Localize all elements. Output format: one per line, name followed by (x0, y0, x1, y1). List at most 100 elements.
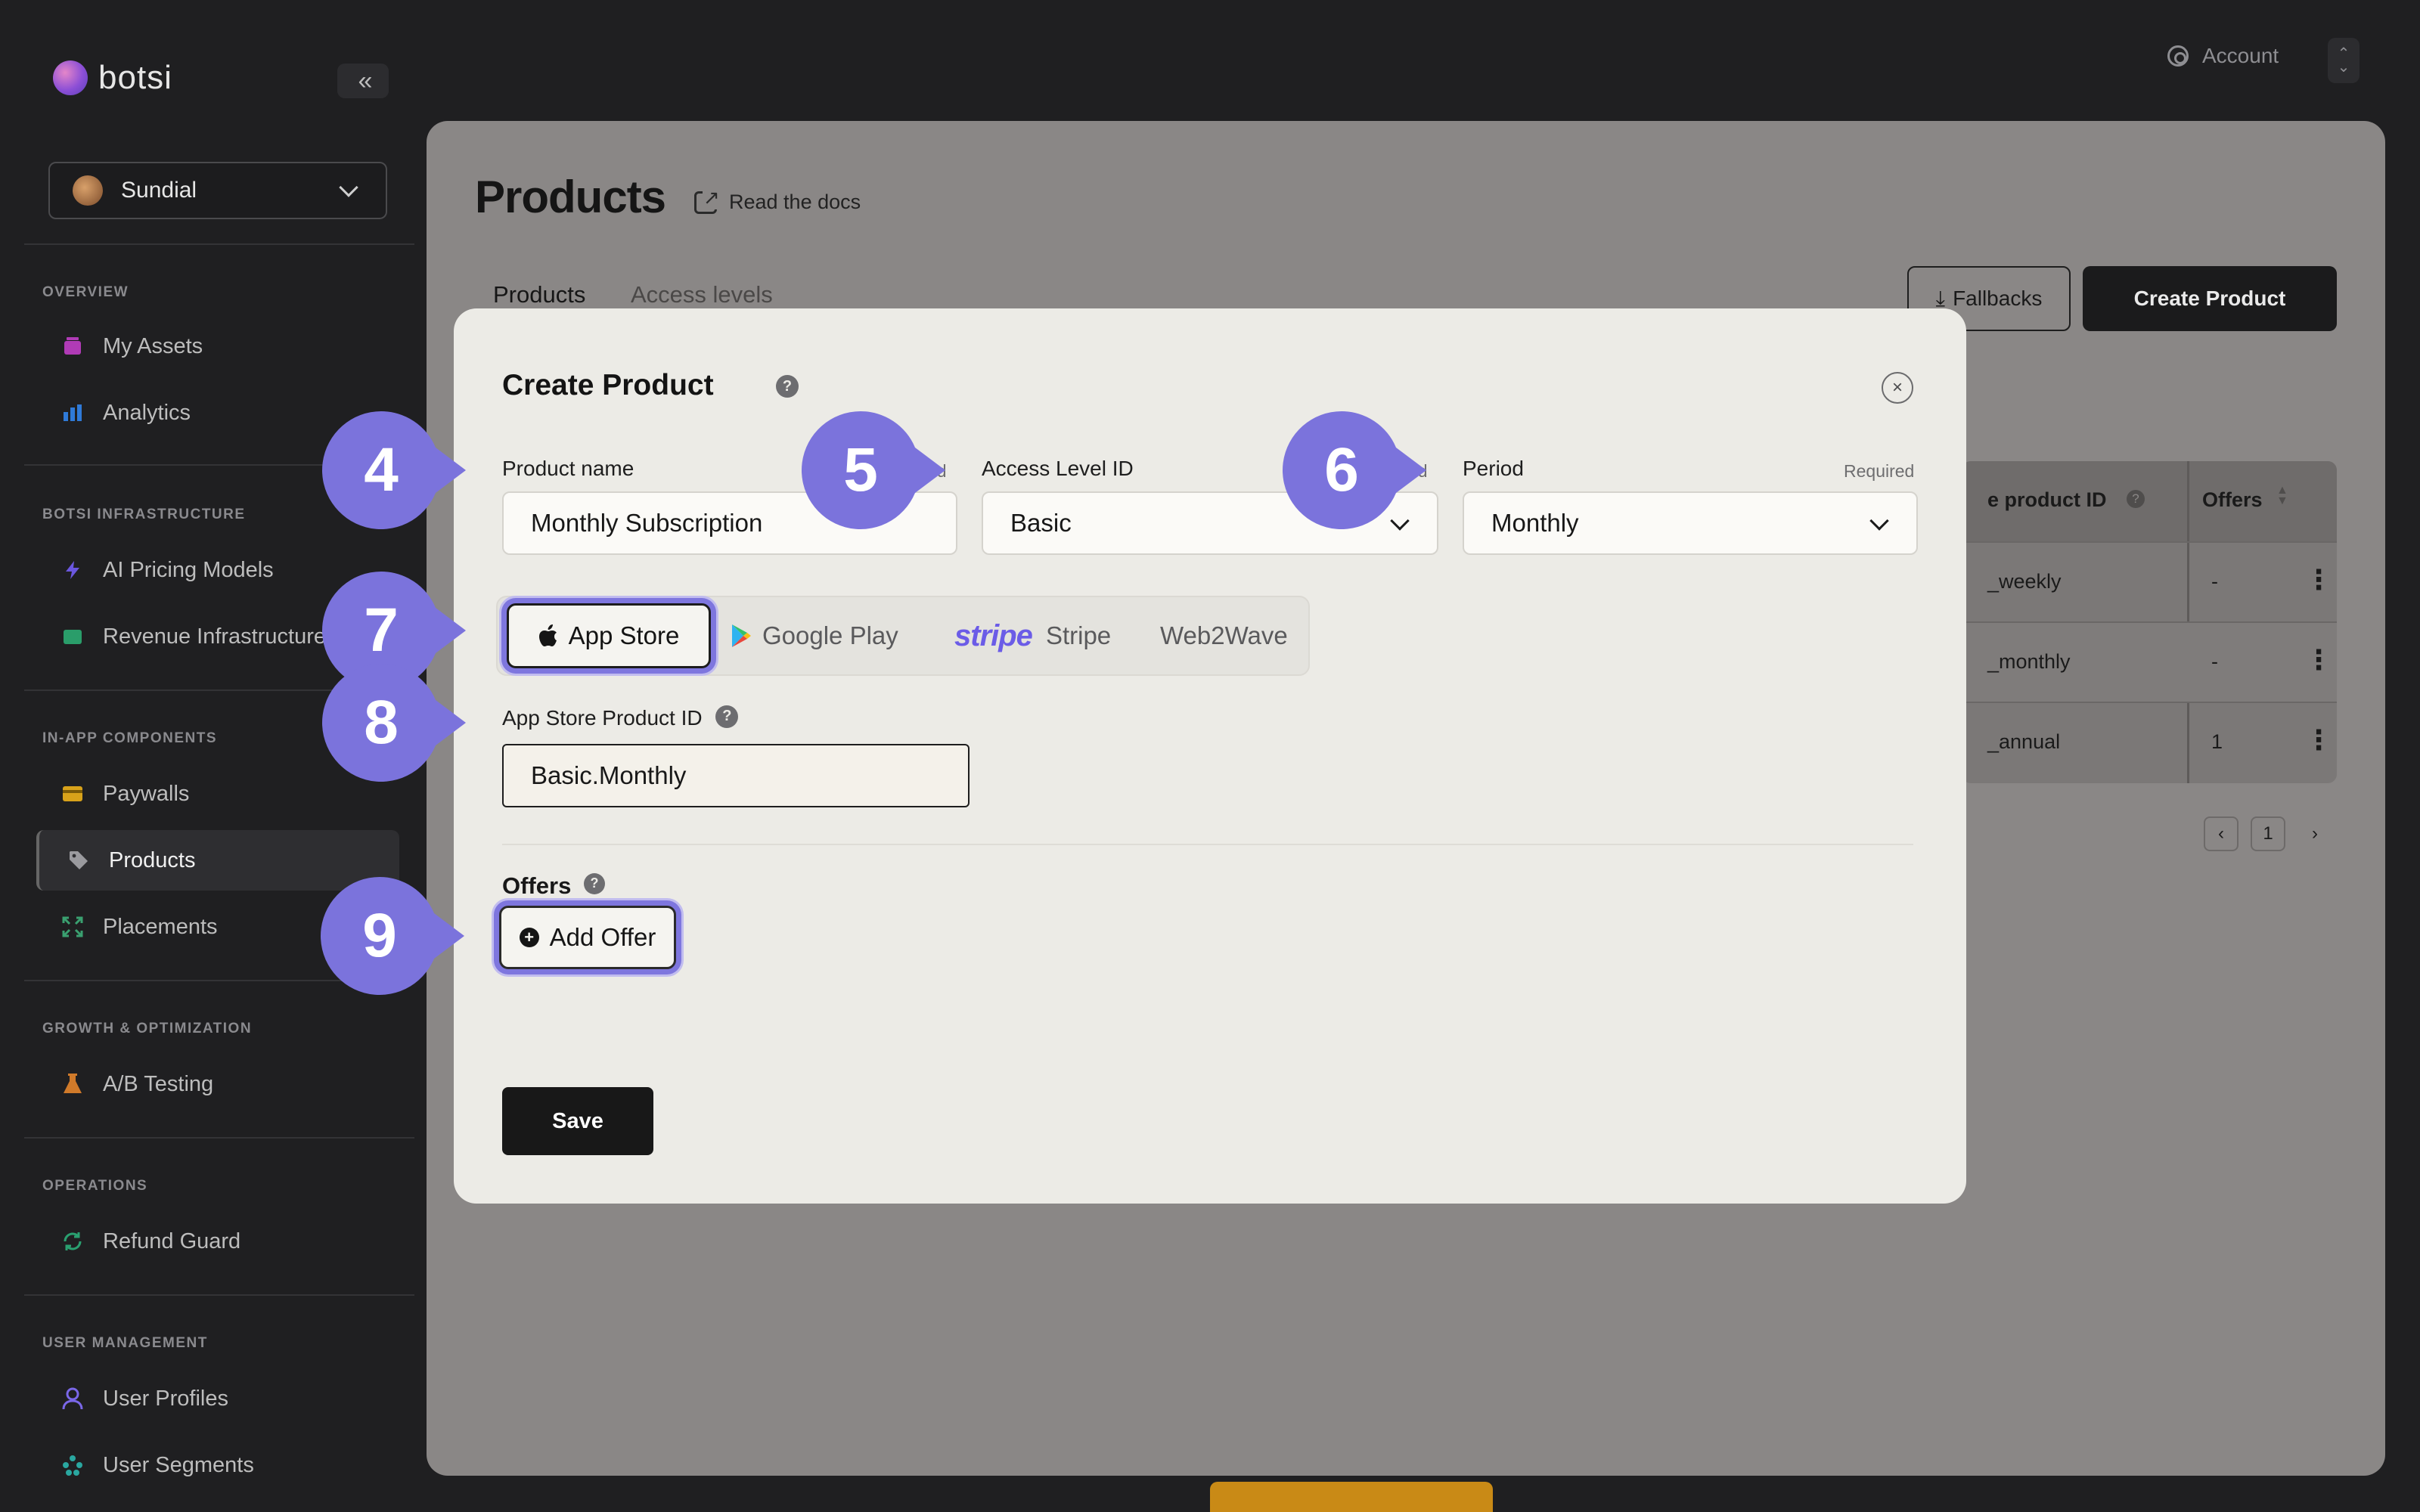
section-label-infrastructure: BOTSI INFRASTRUCTURE (42, 507, 246, 522)
offers-cell: - (2211, 650, 2218, 673)
wallet-icon (62, 626, 83, 647)
callout-9: 9 (321, 877, 464, 995)
sidebar-item-my-assets[interactable]: My Assets (36, 316, 399, 376)
store-tab-label: Stripe (1045, 621, 1112, 649)
create-product-button[interactable]: Create Product (2083, 266, 2337, 331)
pager-prev-button[interactable]: ‹ (2204, 816, 2238, 851)
sidebar-item-label: Placements (103, 914, 218, 939)
user-icon (62, 1387, 83, 1410)
table-header: e product ID ? Offers ▲ ▼ (1962, 461, 2337, 541)
more-options-icon[interactable]: ⋮ (2305, 564, 2332, 596)
sidebar-item-refund-guard[interactable]: Refund Guard (36, 1211, 399, 1272)
table-row[interactable]: _weekly - ⋮ (1962, 541, 2337, 621)
expand-toggle-button[interactable]: ⌃ ⌄ (2328, 38, 2360, 83)
store-product-id-input[interactable]: Basic.Monthly (502, 744, 970, 807)
help-icon[interactable]: ? (776, 375, 799, 398)
table-row[interactable]: _monthly - ⋮ (1962, 621, 2337, 702)
collapse-sidebar-button[interactable]: « (337, 64, 389, 98)
period-required: Required (1844, 461, 1915, 481)
help-icon[interactable]: ? (2127, 490, 2145, 508)
modal-title: Create Product ? (502, 369, 799, 402)
products-table: e product ID ? Offers ▲ ▼ _weekly - ⋮ _mo… (1962, 461, 2337, 783)
period-label: Period (1463, 457, 1524, 480)
account-menu[interactable]: Account (2167, 44, 2279, 68)
sidebar-item-label: Products (109, 847, 196, 872)
sidebar-item-label: User Segments (103, 1452, 254, 1477)
lightning-icon (62, 559, 83, 581)
more-options-icon[interactable]: ⋮ (2305, 724, 2332, 756)
modal-title-text: Create Product (502, 369, 714, 401)
access-level-label: Access Level ID (982, 457, 1134, 480)
store-product-id-label: App Store Product ID ? (502, 705, 739, 730)
chevron-down-icon (1869, 511, 1889, 531)
store-tab-google-play[interactable]: Google Play (731, 596, 898, 676)
tab-access-levels[interactable]: Access levels (631, 281, 773, 308)
store-tab-label: App Store (568, 621, 680, 649)
store-tab-label: Google Play (762, 621, 898, 649)
period-select[interactable]: Monthly (1463, 491, 1918, 555)
column-header-offers[interactable]: Offers (2202, 488, 2263, 512)
card-icon (62, 783, 83, 804)
callout-number: 4 (364, 435, 399, 504)
chevron-down-icon (339, 178, 358, 197)
section-label-in-app: IN-APP COMPONENTS (42, 730, 218, 746)
assets-icon (62, 336, 83, 357)
more-options-icon[interactable]: ⋮ (2305, 644, 2332, 676)
section-label-growth: GROWTH & OPTIMIZATION (42, 1021, 253, 1036)
sidebar-item-label: My Assets (103, 333, 203, 358)
help-icon[interactable]: ? (715, 705, 739, 728)
bar-chart-icon (62, 402, 83, 423)
external-link-icon (694, 185, 721, 214)
read-docs-link[interactable]: Read the docs (694, 185, 861, 214)
sidebar-item-label: Refund Guard (103, 1228, 241, 1253)
product-id-cell: _monthly (1987, 650, 2071, 673)
product-id-cell: _annual (1987, 730, 2061, 753)
product-name-label: Product name (502, 457, 634, 480)
callout-number: 9 (362, 901, 397, 970)
sidebar-item-user-segments[interactable]: User Segments (36, 1435, 399, 1495)
sidebar-divider (24, 1294, 414, 1296)
account-label: Account (2202, 44, 2279, 67)
sidebar-item-label: Paywalls (103, 781, 190, 806)
store-product-id-label-text: App Store Product ID (502, 706, 703, 730)
add-offer-label: Add Offer (549, 923, 656, 951)
table-row[interactable]: _annual 1 ⋮ (1962, 702, 2337, 782)
add-offer-button[interactable]: + Add Offer (499, 906, 676, 969)
create-product-modal: Create Product ? × Product name ed Month… (454, 308, 1966, 1204)
pager-page-1[interactable]: 1 (2251, 816, 2285, 851)
callout-5: 5 (802, 411, 945, 529)
pager-next-button[interactable]: › (2297, 816, 2332, 851)
offers-cell: 1 (2211, 730, 2223, 753)
store-tab-app-store[interactable]: App Store (507, 603, 711, 668)
column-header-product-id[interactable]: e product ID (1987, 488, 2107, 512)
sort-icon[interactable]: ▲ ▼ (2276, 485, 2288, 507)
product-id-cell: _weekly (1987, 570, 2062, 593)
sidebar-item-ab-testing[interactable]: A/B Testing (36, 1054, 399, 1114)
brand-logo[interactable]: botsi (53, 59, 172, 97)
close-modal-button[interactable]: × (1882, 372, 1913, 404)
workspace-selector[interactable]: Sundial (48, 162, 387, 219)
download-icon: ⤓ (1935, 286, 1946, 310)
sidebar-item-label: Revenue Infrastructure (103, 624, 326, 649)
offers-label: Offers ? (502, 872, 605, 900)
callout-8: 8 (322, 664, 466, 782)
callout-6: 6 (1283, 411, 1426, 529)
workspace-name: Sundial (121, 178, 197, 203)
store-tab-web2wave[interactable]: Web2Wave (1160, 596, 1288, 676)
save-button[interactable]: Save (502, 1087, 653, 1155)
store-tab-stripe[interactable]: stripe Stripe (954, 596, 1111, 676)
callout-number: 6 (1324, 435, 1359, 504)
stripe-logo: stripe (954, 618, 1033, 652)
page-title: Products (475, 172, 666, 222)
logo-orb-icon (53, 60, 88, 95)
callout-number: 8 (364, 688, 399, 757)
access-level-value: Basic (1010, 509, 1072, 537)
offers-label-text: Offers (502, 872, 572, 899)
sidebar-item-user-profiles[interactable]: User Profiles (36, 1368, 399, 1429)
store-product-id-value: Basic.Monthly (531, 761, 687, 789)
help-icon[interactable]: ? (583, 872, 605, 894)
docs-link-label: Read the docs (729, 191, 861, 213)
tab-products[interactable]: Products (493, 281, 585, 308)
workspace-avatar (73, 175, 103, 206)
sidebar-divider (24, 1137, 414, 1139)
